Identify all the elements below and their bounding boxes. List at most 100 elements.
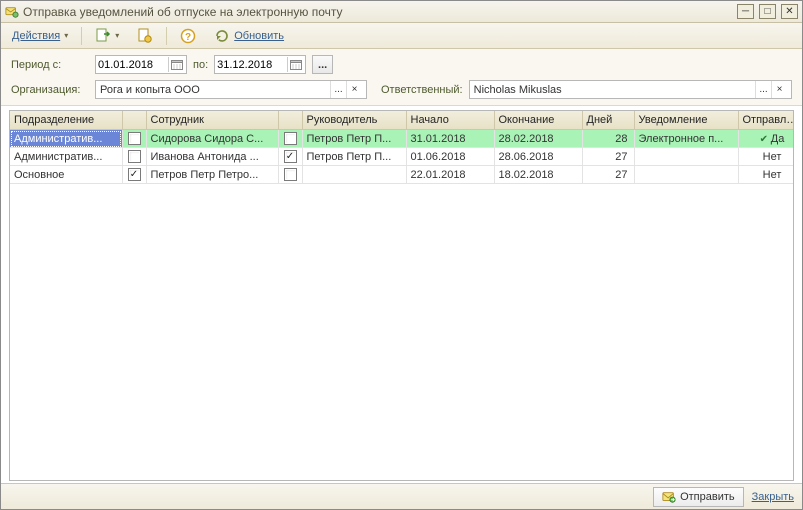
cell-manager[interactable] bbox=[302, 166, 406, 184]
chevron-down-icon: ▾ bbox=[64, 31, 68, 40]
cell-days[interactable]: 27 bbox=[582, 148, 634, 166]
cell-notif[interactable] bbox=[634, 148, 738, 166]
col-sent[interactable]: Отправлено bbox=[738, 111, 794, 130]
col-days[interactable]: Дней bbox=[582, 111, 634, 130]
period-to-input[interactable] bbox=[214, 55, 306, 74]
period-row: Период с: по: ... bbox=[11, 55, 792, 74]
col-end[interactable]: Окончание bbox=[494, 111, 582, 130]
table-row[interactable]: Административ... Сидорова Сидора С... Петр… bbox=[10, 130, 794, 148]
cell-dept[interactable]: Основное bbox=[10, 166, 122, 184]
responsible-label: Ответственный: bbox=[381, 84, 463, 96]
col-chk2[interactable] bbox=[278, 111, 302, 130]
grid-table: Подразделение Сотрудник Руководитель Нач… bbox=[10, 111, 794, 184]
cell-manager[interactable]: Петров Петр П... bbox=[302, 148, 406, 166]
clear-button[interactable]: × bbox=[771, 81, 787, 98]
help-button[interactable]: ? bbox=[173, 26, 203, 46]
responsible-value: Nicholas Mikuslas bbox=[474, 84, 755, 96]
close-link[interactable]: Закрыть bbox=[752, 491, 794, 503]
period-from-value[interactable] bbox=[98, 59, 160, 71]
org-row: Организация: Рога и копыта ООО ... × Отв… bbox=[11, 80, 792, 99]
checkbox[interactable] bbox=[284, 168, 297, 181]
cell-employee[interactable]: Иванова Антонида ... bbox=[146, 148, 278, 166]
cell-chk1[interactable] bbox=[122, 148, 146, 166]
cell-dept[interactable]: Административ... bbox=[10, 130, 122, 148]
help-icon: ? bbox=[180, 28, 196, 44]
table-row[interactable]: Административ... Иванова Антонида ... Петр… bbox=[10, 148, 794, 166]
cell-start[interactable]: 22.01.2018 bbox=[406, 166, 494, 184]
grid-empty-area bbox=[10, 184, 793, 480]
refresh-icon bbox=[214, 28, 230, 44]
filter-form: Период с: по: ... Организация: Рога и ко… bbox=[1, 49, 802, 106]
organization-input[interactable]: Рога и копыта ООО ... × bbox=[95, 80, 367, 99]
title-bar: Отправка уведомлений об отпуске на элект… bbox=[1, 1, 802, 23]
maximize-button[interactable]: □ bbox=[759, 4, 776, 19]
send-label: Отправить bbox=[680, 491, 735, 503]
data-grid[interactable]: Подразделение Сотрудник Руководитель Нач… bbox=[9, 110, 794, 481]
organization-value: Рога и копыта ООО bbox=[100, 84, 330, 96]
cell-days[interactable]: 28 bbox=[582, 130, 634, 148]
cell-dept[interactable]: Административ... bbox=[10, 148, 122, 166]
cell-end[interactable]: 28.06.2018 bbox=[494, 148, 582, 166]
cell-chk2[interactable] bbox=[278, 166, 302, 184]
cell-employee[interactable]: Сидорова Сидора С... bbox=[146, 130, 278, 148]
minimize-button[interactable]: ─ bbox=[737, 4, 754, 19]
cell-chk2[interactable] bbox=[278, 130, 302, 148]
separator bbox=[166, 27, 167, 45]
cell-sent[interactable]: Нет bbox=[738, 148, 794, 166]
cell-end[interactable]: 28.02.2018 bbox=[494, 130, 582, 148]
ellipsis-button[interactable]: ... bbox=[330, 81, 346, 98]
close-button[interactable]: ✕ bbox=[781, 4, 798, 19]
cell-sent[interactable]: Нет bbox=[738, 166, 794, 184]
header-row: Подразделение Сотрудник Руководитель Нач… bbox=[10, 111, 794, 130]
cell-days[interactable]: 27 bbox=[582, 166, 634, 184]
toolbar-btn-1[interactable]: ▾ bbox=[88, 26, 126, 46]
clear-button[interactable]: × bbox=[346, 81, 362, 98]
responsible-input[interactable]: Nicholas Mikuslas ... × bbox=[469, 80, 792, 99]
col-manager[interactable]: Руководитель bbox=[302, 111, 406, 130]
sheet-arrow-icon bbox=[95, 28, 111, 44]
table-row[interactable]: Основное Петров Петр Петро... 22.01.201818… bbox=[10, 166, 794, 184]
cell-chk1[interactable] bbox=[122, 130, 146, 148]
actions-menu-button[interactable]: Действия ▾ bbox=[5, 26, 75, 46]
send-icon bbox=[662, 490, 676, 504]
app-window: Отправка уведомлений об отпуске на элект… bbox=[0, 0, 803, 510]
refresh-button[interactable]: Обновить bbox=[207, 26, 291, 46]
app-icon bbox=[5, 5, 19, 19]
checkbox[interactable] bbox=[284, 132, 297, 145]
cell-manager[interactable]: Петров Петр П... bbox=[302, 130, 406, 148]
send-button[interactable]: Отправить bbox=[653, 487, 744, 507]
period-from-label: Период с: bbox=[11, 59, 89, 71]
ellipsis-button[interactable]: ... bbox=[755, 81, 771, 98]
period-picker-button[interactable]: ... bbox=[312, 55, 333, 74]
col-start[interactable]: Начало bbox=[406, 111, 494, 130]
col-employee[interactable]: Сотрудник bbox=[146, 111, 278, 130]
checkbox[interactable] bbox=[284, 150, 297, 163]
cell-notif[interactable] bbox=[634, 166, 738, 184]
toolbar-btn-2[interactable] bbox=[130, 26, 160, 46]
org-label: Организация: bbox=[11, 84, 89, 96]
cell-end[interactable]: 18.02.2018 bbox=[494, 166, 582, 184]
checkbox[interactable] bbox=[128, 132, 141, 145]
col-notif[interactable]: Уведомление bbox=[634, 111, 738, 130]
actions-label: Действия bbox=[12, 30, 60, 42]
cell-start[interactable]: 01.06.2018 bbox=[406, 148, 494, 166]
calendar-icon[interactable] bbox=[287, 57, 303, 72]
cell-sent[interactable]: Да bbox=[738, 130, 794, 148]
checkbox[interactable] bbox=[128, 168, 141, 181]
separator bbox=[81, 27, 82, 45]
toolbar: Действия ▾ ▾ ? Обновить bbox=[1, 23, 802, 49]
svg-text:?: ? bbox=[185, 32, 191, 43]
checkbox[interactable] bbox=[128, 150, 141, 163]
period-to-label: по: bbox=[193, 59, 208, 71]
period-to-value[interactable] bbox=[217, 59, 279, 71]
sheet-gear-icon bbox=[137, 28, 153, 44]
cell-chk1[interactable] bbox=[122, 166, 146, 184]
cell-chk2[interactable] bbox=[278, 148, 302, 166]
period-from-input[interactable] bbox=[95, 55, 187, 74]
cell-start[interactable]: 31.01.2018 bbox=[406, 130, 494, 148]
col-dept[interactable]: Подразделение bbox=[10, 111, 122, 130]
calendar-icon[interactable] bbox=[168, 57, 184, 72]
col-chk1[interactable] bbox=[122, 111, 146, 130]
cell-employee[interactable]: Петров Петр Петро... bbox=[146, 166, 278, 184]
cell-notif[interactable]: Электронное п... bbox=[634, 130, 738, 148]
